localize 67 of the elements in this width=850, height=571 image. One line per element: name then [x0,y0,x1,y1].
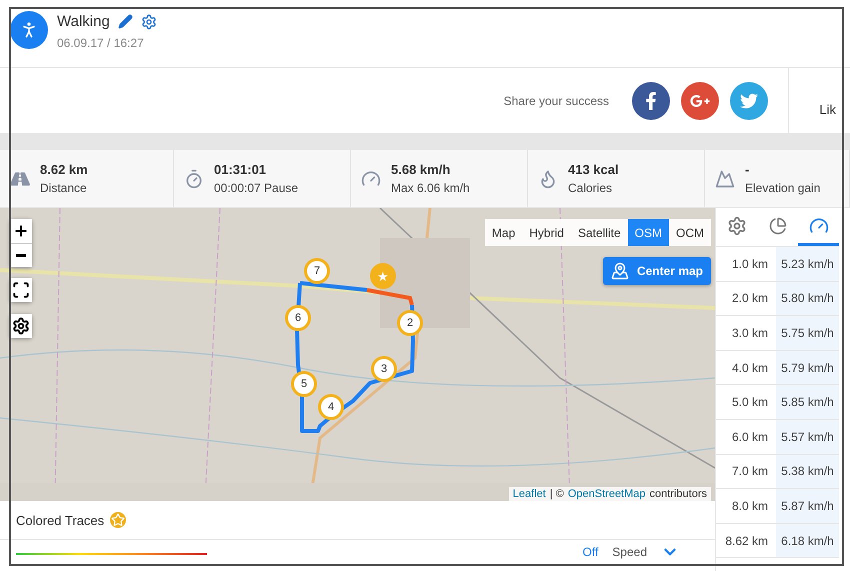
map-layer-tab[interactable]: OSM [628,219,669,246]
speedometer-icon [808,216,828,236]
attribution-text: contributors [650,488,707,500]
twitter-share-button[interactable] [730,82,768,120]
google-plus-share-button[interactable] [681,82,719,120]
stat-value: 5.68 km/h [391,162,452,177]
map-settings-button[interactable] [10,314,32,338]
split-distance: 6.0 km [730,428,769,446]
settings-icon [726,216,746,236]
split-distance: 8.62 km [724,532,769,550]
stat-label: 00:00:07 Pause [214,181,298,195]
split-distance: 1.0 km [730,256,769,273]
settings-icon [12,317,30,335]
split-distance: 5.0 km [730,394,769,412]
map-layer-tab[interactable]: Satellite [570,219,628,246]
traces-toggle[interactable]: Off [582,545,598,559]
split-speed: 5.75 km/h [776,316,839,350]
stat-value: 413 kcal [568,162,619,177]
facebook-share-button[interactable] [632,82,670,120]
split-distance: 7.0 km [730,463,769,480]
trace-metric: Speed [612,545,647,559]
center-map-button[interactable]: Center map [602,257,711,285]
leaflet-link[interactable]: Leaflet [512,488,546,500]
settings-icon[interactable] [140,14,157,30]
attribution-separator: | © [550,488,564,500]
share-label: Share your success [504,94,609,108]
speedometer-icon [361,168,381,188]
mountain-icon [715,168,735,188]
openstreetmap-link[interactable]: OpenStreetMap [568,488,646,500]
activity-date: 06.09.17 / 16:27 [57,36,145,50]
stat-label: Max 6.06 km/h [391,181,470,195]
split-distance: 8.0 km [730,498,769,515]
split-speed: 5.57 km/h [776,420,839,454]
zoom-in-button[interactable] [10,219,32,243]
split-speed: 5.85 km/h [776,385,839,419]
minus-icon [16,254,26,257]
stat-value: - [745,162,750,177]
pie-chart-icon [768,216,786,234]
split-distance: 4.0 km [730,360,769,377]
stat-value: 8.62 km [40,162,88,177]
map-pin-icon [610,262,629,280]
stat-label: Elevation gain [745,181,820,195]
split-speed: 5.38 km/h [776,454,839,488]
split-distance: 3.0 km [730,324,769,342]
map-layer-tab[interactable]: Hybrid [522,219,571,246]
colored-traces-title: Colored Traces [16,512,104,528]
split-speed: 5.79 km/h [776,350,839,384]
stat-label: Distance [40,181,88,195]
star-icon [110,512,126,528]
fullscreen-button[interactable] [10,278,32,302]
split-speed: 5.80 km/h [776,282,839,316]
zoom-out-button[interactable] [10,243,32,267]
plus-icon [13,223,29,239]
stat-value: 01:31:01 [214,162,268,177]
stopwatch-icon [184,168,204,188]
split-speed: 5.87 km/h [776,489,839,523]
stat-label: Calories [568,181,614,195]
twitter-icon [740,92,758,110]
fullscreen-icon [12,281,30,299]
activity-title: Walking [57,13,110,30]
like-text: Lik [819,102,836,117]
map-layer-tab[interactable]: OCM [669,219,711,246]
split-speed: 5.23 km/h [776,247,839,281]
split-speed: 6.18 km/h [776,524,839,558]
map-layer-tab[interactable]: Map [484,219,522,246]
edit-icon[interactable] [118,14,133,29]
split-distance: 2.0 km [730,290,769,308]
